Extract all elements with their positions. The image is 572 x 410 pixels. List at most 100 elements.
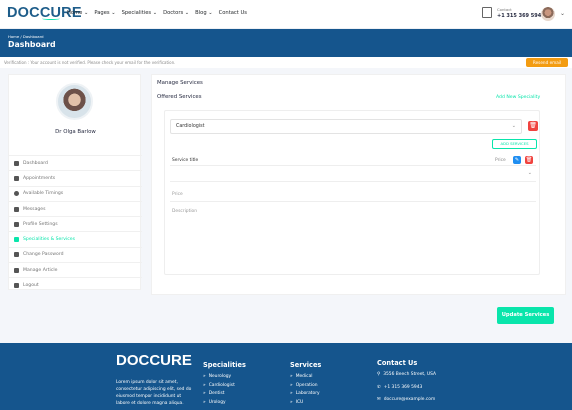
price-input[interactable]: Price: [170, 187, 536, 202]
contact-number: +1 315 369 5943: [497, 13, 545, 19]
edit-service-button[interactable]: ✎: [513, 156, 521, 164]
sign-out-icon: [14, 283, 19, 289]
double-chevron-icon: »: [290, 382, 293, 388]
pen-icon: ✎: [514, 157, 520, 163]
briefcase-icon: [14, 237, 19, 243]
sidebar-item-label: Available Timings: [23, 191, 64, 197]
verification-bar: Verification : Your account is not verif…: [0, 57, 572, 68]
service-price-input[interactable]: Price: [495, 158, 506, 163]
service-title-input[interactable]: Service title: [172, 158, 198, 163]
speciality-value: Cardiologist: [176, 124, 205, 129]
sidebar-item-logout[interactable]: Logout: [9, 277, 142, 292]
pen-icon: [14, 267, 19, 273]
footer-link[interactable]: » Neurology: [203, 374, 246, 383]
sidebar-item-profile-settings[interactable]: Profile Settings: [9, 216, 142, 231]
description-textarea[interactable]: Description: [170, 204, 536, 270]
footer-specialities: Specialities » Neurology » Cardiologist » D…: [203, 361, 246, 408]
sidebar-item-label: Manage Article: [23, 267, 58, 273]
double-chevron-icon: »: [290, 399, 293, 405]
dashboard-menu: Dashboard Appointments Available Timings…: [9, 155, 142, 293]
trash-icon: 🗑: [525, 157, 533, 163]
speciality-select[interactable]: Cardiologist ⌄: [170, 119, 522, 134]
card-title: Manage Services: [157, 80, 203, 86]
footer-link[interactable]: » Urology: [203, 400, 246, 409]
double-chevron-icon: »: [203, 382, 206, 388]
service-select[interactable]: ⌄: [170, 167, 536, 182]
trash-icon: 🗑: [529, 122, 537, 129]
top-navbar: DOCCURE Home ⌄ Pages ⌄ Specialities ⌄ Do…: [0, 0, 572, 29]
double-chevron-icon: »: [290, 374, 293, 379]
double-chevron-icon: »: [203, 374, 206, 379]
profile-sidebar: Dr Olga Barlow Dashboard Appointments Av…: [8, 74, 142, 293]
chevron-down-icon[interactable]: ⌄: [560, 10, 565, 17]
sidebar-item-label: Dashboard: [23, 160, 48, 166]
clock-icon: [14, 191, 19, 197]
sidebar-item-specialities[interactable]: Specialities & Services: [9, 231, 142, 246]
sidebar-item-label: Profile Settings: [23, 221, 58, 227]
hospital-icon: [482, 7, 492, 18]
service-row: Service title Price ✎ 🗑: [170, 154, 536, 166]
phone-icon: ✆: [377, 384, 381, 390]
breadcrumb[interactable]: Home / Dashboard: [8, 34, 44, 39]
sidebar-item-label: Messages: [23, 206, 46, 212]
manage-services-card: Manage Services Offered Services Add New…: [151, 74, 566, 295]
footer-link[interactable]: » Cardiologist: [203, 383, 246, 392]
verification-text: Verification : Your account is not verif…: [4, 60, 176, 65]
resend-email-button[interactable]: Resend email: [526, 58, 568, 67]
user-cog-icon: [14, 221, 19, 227]
sidebar-item-manage-article[interactable]: Manage Article: [9, 262, 142, 277]
nav-doctors[interactable]: Doctors ⌄: [163, 10, 189, 16]
lock-icon: [14, 252, 19, 258]
sidebar-item-messages[interactable]: Messages: [9, 200, 142, 216]
calendar-icon: [14, 175, 19, 181]
grid-icon: [14, 160, 19, 166]
add-services-button[interactable]: ADD SERVICES: [492, 139, 537, 149]
nav-contact[interactable]: Contact Us: [219, 10, 247, 16]
sidebar-item-label: Appointments: [23, 175, 56, 181]
footer-col-title: Services: [290, 361, 322, 369]
footer-about: Lorem ipsum dolor sit amet, consectetur …: [116, 380, 192, 406]
nav-blog[interactable]: Blog ⌄: [195, 10, 212, 16]
user-avatar[interactable]: [541, 7, 555, 21]
profile-avatar: [56, 83, 93, 120]
footer-contact: Contact Us ⚲ 3556 Beech Street, USA ✆ +1 3…: [377, 359, 436, 410]
footer-col-title: Specialities: [203, 361, 246, 369]
footer-logo[interactable]: DOCCURE: [116, 352, 192, 369]
section-title: Offered Services: [157, 94, 202, 100]
footer: DOCCURE Lorem ipsum dolor sit amet, cons…: [0, 343, 572, 410]
sidebar-item-label: Specialities & Services: [23, 237, 75, 243]
footer-link[interactable]: » Dentist: [203, 391, 246, 400]
sidebar-item-appointments[interactable]: Appointments: [9, 170, 142, 185]
footer-link[interactable]: » Operation: [290, 383, 321, 392]
sidebar-item-label: Logout: [23, 283, 39, 289]
speciality-panel: Cardiologist ⌄ 🗑 ADD SERVICES Service ti…: [164, 110, 540, 275]
footer-link[interactable]: » ICU: [290, 400, 321, 409]
main-nav: Home ⌄ Pages ⌄ Specialities ⌄ Doctors ⌄ …: [67, 10, 247, 16]
delete-speciality-button[interactable]: 🗑: [528, 121, 538, 131]
sidebar-item-timings[interactable]: Available Timings: [9, 185, 142, 201]
contact-label: Contact: [497, 7, 512, 12]
nav-specialities[interactable]: Specialities ⌄: [122, 10, 158, 16]
delete-service-button[interactable]: 🗑: [525, 156, 533, 164]
sidebar-item-dashboard[interactable]: Dashboard: [9, 155, 142, 170]
double-chevron-icon: »: [203, 399, 206, 405]
footer-services: Services » Medical » Operation » Laboratory…: [290, 361, 321, 408]
add-speciality-link[interactable]: Add New Speciality: [496, 95, 540, 100]
map-marker-icon: ⚲: [377, 372, 381, 377]
comments-icon: [14, 206, 19, 212]
footer-link[interactable]: » Medical: [290, 374, 321, 383]
update-services-button[interactable]: Update Services: [497, 307, 554, 324]
footer-phone[interactable]: ✆ +1 315 369 5943: [377, 385, 436, 398]
breadcrumb-bar: Home / Dashboard Dashboard: [0, 29, 572, 57]
footer-email[interactable]: ✉ doccure@example.com: [377, 397, 436, 410]
double-chevron-icon: »: [203, 391, 206, 396]
doctor-name: Dr Olga Barlow: [55, 129, 96, 135]
sidebar-item-change-password[interactable]: Change Password: [9, 246, 142, 262]
footer-col-title: Contact Us: [377, 359, 418, 367]
page-title: Dashboard: [8, 40, 56, 49]
double-chevron-icon: »: [290, 391, 293, 396]
footer-address: ⚲ 3556 Beech Street, USA: [377, 372, 437, 377]
nav-home[interactable]: Home ⌄: [67, 10, 88, 16]
nav-pages[interactable]: Pages ⌄: [94, 10, 115, 16]
footer-link[interactable]: » Laboratory: [290, 391, 321, 400]
